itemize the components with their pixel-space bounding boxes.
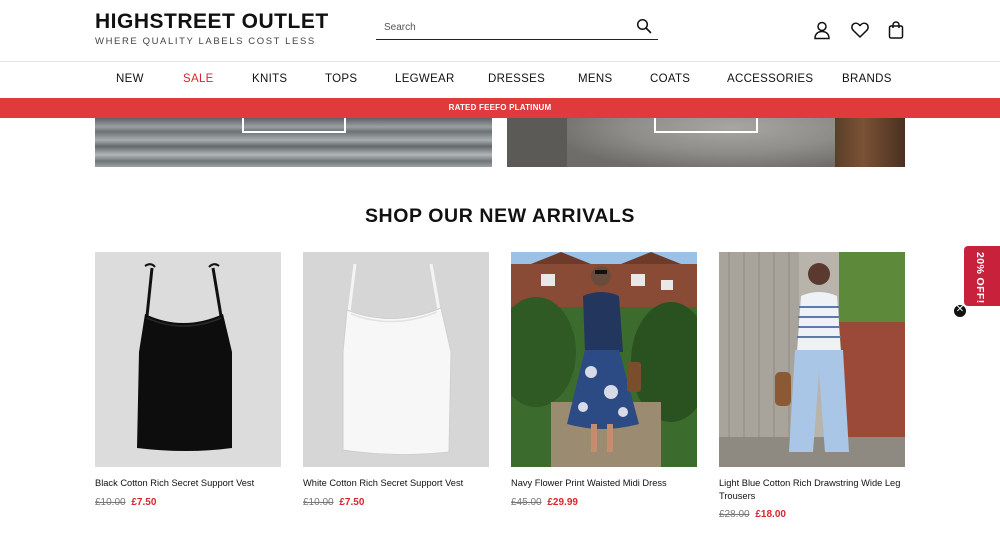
sale-price: £29.99 [547, 496, 578, 508]
nav-item-brands[interactable]: BRANDS [842, 73, 892, 85]
section-title: SHOP OUR NEW ARRIVALS [364, 205, 636, 227]
product-price: £10.00 £7.50 [303, 497, 489, 508]
product-image[interactable] [511, 252, 697, 467]
product-card[interactable]: Navy Flower Print Waisted Midi Dress £45… [511, 252, 697, 508]
shopping-bag-icon[interactable] [886, 20, 906, 40]
site-tagline: WHERE QUALITY LABELS COST LESS [95, 36, 316, 47]
nav-item-coats[interactable]: COATS [650, 73, 690, 85]
product-card[interactable]: Black Cotton Rich Secret Support Vest £1… [95, 252, 281, 508]
nav-item-mens[interactable]: MENS [578, 73, 612, 85]
product-image[interactable] [95, 252, 281, 467]
search-input[interactable] [376, 17, 616, 38]
account-icon[interactable] [812, 20, 832, 40]
product-name[interactable]: Light Blue Cotton Rich Drawstring Wide L… [719, 477, 905, 502]
site-header: HIGHSTREET OUTLET WHERE QUALITY LABELS C… [0, 0, 1000, 62]
product-name[interactable]: White Cotton Rich Secret Support Vest [303, 477, 489, 490]
product-price: £28.00 £18.00 [719, 509, 905, 520]
nav-item-dresses[interactable]: DRESSES [488, 73, 545, 85]
feefo-rating-banner[interactable]: RATED FEEFO PLATINUM [0, 98, 1000, 118]
original-price: £10.00 [303, 496, 334, 508]
nav-item-legwear[interactable]: LEGWEAR [395, 73, 455, 85]
product-price: £45.00 £29.99 [511, 497, 697, 508]
wishlist-heart-icon[interactable] [850, 20, 870, 40]
original-price: £28.00 [719, 509, 750, 520]
product-price: £10.00 £7.50 [95, 497, 281, 508]
product-card[interactable]: White Cotton Rich Secret Support Vest £1… [303, 252, 489, 508]
nav-item-new[interactable]: NEW [116, 73, 144, 85]
search-icon[interactable] [636, 18, 652, 34]
sale-price: £18.00 [755, 509, 786, 520]
close-icon[interactable]: ✕ [953, 304, 967, 318]
nav-item-accessories[interactable]: ACCESSORIES [727, 73, 813, 85]
hero-left-button[interactable] [242, 118, 346, 133]
main-navigation: NEW SALE KNITS TOPS LEGWEAR DRESSES MENS… [0, 62, 1000, 98]
nav-item-tops[interactable]: TOPS [325, 73, 357, 85]
discount-promo-tab[interactable]: 20% OFF! [964, 246, 1000, 306]
search-bar [376, 17, 658, 40]
product-card[interactable]: Light Blue Cotton Rich Drawstring Wide L… [719, 252, 905, 520]
nav-item-sale[interactable]: SALE [183, 73, 214, 85]
sale-price: £7.50 [131, 496, 157, 508]
hero-right-button[interactable] [654, 118, 758, 133]
product-image[interactable] [719, 252, 905, 467]
product-image[interactable] [303, 252, 489, 467]
original-price: £10.00 [95, 496, 126, 508]
hero-image-left[interactable] [95, 118, 492, 167]
sale-price: £7.50 [339, 496, 365, 508]
product-name[interactable]: Navy Flower Print Waisted Midi Dress [511, 477, 697, 490]
hero-image-right[interactable] [507, 118, 905, 167]
nav-item-knits[interactable]: KNITS [252, 73, 287, 85]
product-name[interactable]: Black Cotton Rich Secret Support Vest [95, 477, 281, 490]
site-logo[interactable]: HIGHSTREET OUTLET [95, 10, 329, 34]
original-price: £45.00 [511, 496, 542, 508]
discount-promo-label: 20% OFF! [974, 252, 986, 304]
